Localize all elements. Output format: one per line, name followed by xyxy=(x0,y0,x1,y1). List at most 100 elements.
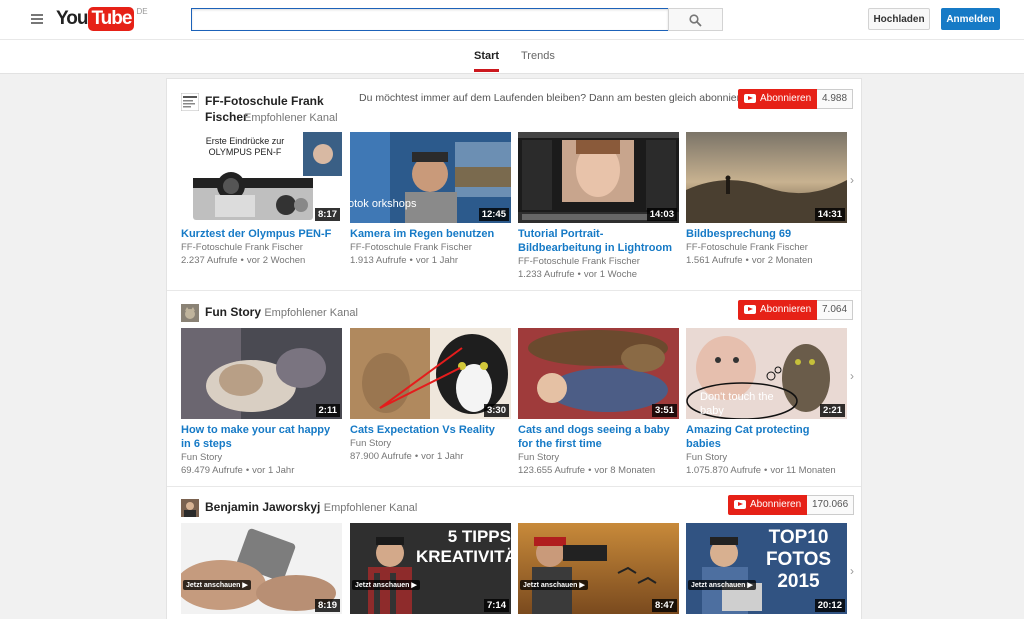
video-meta: 1.233 Aufrufe • vor 1 Woche xyxy=(518,269,638,280)
video-item: Jetzt anschauen ▶ 8:47 xyxy=(518,523,679,614)
video-item: 3:51 Cats and dogs seeing a baby for the… xyxy=(518,328,679,477)
channel-shelf: Benjamin Jaworskyj Empfohlener Kanal Abo… xyxy=(167,487,861,619)
video-channel[interactable]: FF-Fotoschule Frank Fischer xyxy=(181,242,342,254)
watch-now-badge: Jetzt anschauen ▶ xyxy=(352,580,420,590)
video-meta: 1.075.870 Aufrufe • vor 11 Monaten xyxy=(686,465,836,476)
video-thumbnail[interactable]: Jetzt anschauen ▶ 8:19 xyxy=(181,523,342,614)
guide-menu-icon[interactable] xyxy=(31,14,43,24)
video-channel[interactable]: Fun Story xyxy=(686,452,847,464)
video-channel[interactable]: FF-Fotoschule Frank Fischer xyxy=(350,242,511,254)
video-item: 5 TIPPS KREATIVITÄT Jetzt anschauen ▶ 7:… xyxy=(350,523,511,614)
video-item: 2:11 How to make your cat happy in 6 ste… xyxy=(181,328,342,477)
video-duration: 8:47 xyxy=(651,599,677,612)
shelf-next-arrow-icon[interactable]: › xyxy=(850,369,854,383)
subscribe-prompt: Du möchtest immer auf dem Laufenden blei… xyxy=(359,92,755,104)
shelf-channel-name[interactable]: Fun Story xyxy=(205,305,261,319)
video-channel[interactable]: Fun Story xyxy=(518,452,679,464)
upload-button[interactable]: Hochladen xyxy=(868,8,930,30)
search-button[interactable] xyxy=(668,8,723,31)
tab-start[interactable]: Start xyxy=(474,50,500,72)
video-thumbnail[interactable]: 2:11 xyxy=(181,328,342,419)
shelf-channel-badge: Empfohlener Kanal xyxy=(264,307,358,319)
video-meta: 87.900 Aufrufe • vor 1 Jahr xyxy=(350,451,464,462)
video-title[interactable]: Kurztest der Olympus PEN-F xyxy=(181,227,342,241)
shelf-next-arrow-icon[interactable]: › xyxy=(850,173,854,187)
video-title[interactable]: Cats Expectation Vs Reality xyxy=(350,423,511,437)
video-title[interactable]: Amazing Cat protecting babies xyxy=(686,423,847,451)
thumbnail-caption: TOP10 FOTOS 2015 xyxy=(765,527,832,592)
video-duration: 20:12 xyxy=(814,599,845,612)
video-title[interactable]: How to make your cat happy in 6 steps xyxy=(181,423,342,451)
youtube-play-icon xyxy=(734,500,746,509)
channel-avatar[interactable] xyxy=(181,304,199,322)
video-thumbnail[interactable]: 14:03 xyxy=(518,132,679,223)
video-duration: 14:31 xyxy=(814,208,845,221)
video-duration: 7:14 xyxy=(483,599,509,612)
video-channel[interactable]: FF-Fotoschule Frank Fischer xyxy=(518,256,679,268)
video-thumbnail[interactable]: 3:30 xyxy=(350,328,511,419)
shelf-channel-badge: Empfohlener Kanal xyxy=(323,502,418,514)
subscribe-button[interactable]: Abonnieren xyxy=(738,300,818,320)
video-thumbnail[interactable]: Erste Eindrücke zur OLYMPUS PEN-F 8:17 xyxy=(181,132,342,223)
video-thumbnail[interactable]: TOP10 FOTOS 2015 Jetzt anschauen ▶ 20:12 xyxy=(686,523,847,614)
video-item: Jetzt anschauen ▶ 8:19 xyxy=(181,523,342,614)
thumbnail-caption: Don't touch the baby xyxy=(700,391,774,417)
video-duration: 8:17 xyxy=(314,208,340,221)
masthead: You Tube DE Hochladen Anmelden xyxy=(0,0,1024,40)
search-input[interactable] xyxy=(191,8,669,31)
video-item: Don't touch the baby 2:21 Amazing Cat pr… xyxy=(686,328,847,477)
video-thumbnail[interactable]: Don't touch the baby 2:21 xyxy=(686,328,847,419)
subscribe-button[interactable]: Abonnieren xyxy=(738,89,818,109)
shelf-next-arrow-icon[interactable]: › xyxy=(850,564,854,578)
subscriber-count: 4.988 xyxy=(817,89,854,109)
video-thumbnail[interactable]: 3:51 xyxy=(518,328,679,419)
subscriber-count: 170.066 xyxy=(807,495,855,515)
video-duration: 2:11 xyxy=(315,404,340,417)
logo-tube-text: Tube xyxy=(88,7,135,31)
subscriber-count: 7.064 xyxy=(817,300,854,320)
shelf-channel-name[interactable]: Benjamin Jaworskyj xyxy=(205,500,320,514)
video-title[interactable]: Tutorial Portrait-Bildbearbeitung in Lig… xyxy=(518,227,679,255)
video-item: Erste Eindrücke zur OLYMPUS PEN-F 8:17 K… xyxy=(181,132,342,267)
video-item: 3:30 Cats Expectation Vs Reality Fun Sto… xyxy=(350,328,511,463)
youtube-logo[interactable]: You Tube DE xyxy=(56,7,148,33)
video-meta: 69.479 Aufrufe • vor 1 Jahr xyxy=(181,465,295,476)
shelf-title: Fun Story Empfohlener Kanal xyxy=(205,304,358,321)
video-thumbnail[interactable]: otok orkshops 12:45 xyxy=(350,132,511,223)
youtube-play-icon xyxy=(744,305,756,314)
watch-now-badge: Jetzt anschauen ▶ xyxy=(520,580,588,590)
video-thumbnail[interactable]: 5 TIPPS KREATIVITÄT Jetzt anschauen ▶ 7:… xyxy=(350,523,511,614)
watch-now-badge: Jetzt anschauen ▶ xyxy=(688,580,756,590)
thumbnail-caption: Erste Eindrücke zur OLYMPUS PEN-F xyxy=(205,136,285,157)
feed-tabs: Start Trends xyxy=(0,40,1024,74)
video-item: TOP10 FOTOS 2015 Jetzt anschauen ▶ 20:12 xyxy=(686,523,847,614)
video-duration: 14:03 xyxy=(646,208,677,221)
video-meta: 123.655 Aufrufe • vor 8 Monaten xyxy=(518,465,656,476)
video-item: 14:03 Tutorial Portrait-Bildbearbeitung … xyxy=(518,132,679,281)
channel-shelf: Fun Story Empfohlener Kanal Abonnieren 7… xyxy=(167,291,861,487)
video-thumbnail[interactable]: Jetzt anschauen ▶ 8:47 xyxy=(518,523,679,614)
channel-avatar[interactable] xyxy=(181,499,199,517)
shelf-title: Benjamin Jaworskyj Empfohlener Kanal xyxy=(205,499,417,516)
subscribe-button[interactable]: Abonnieren xyxy=(728,495,808,515)
video-title[interactable]: Bildbesprechung 69 xyxy=(686,227,847,241)
channel-shelf: FF-Fotoschule Frank Fischer Empfohlener … xyxy=(167,79,861,291)
video-channel[interactable]: FF-Fotoschule Frank Fischer xyxy=(686,242,847,254)
youtube-play-icon xyxy=(744,94,756,103)
video-item: otok orkshops 12:45 Kamera im Regen benu… xyxy=(350,132,511,267)
video-meta: 2.237 Aufrufe • vor 2 Wochen xyxy=(181,255,306,266)
thumbnail-caption: 5 TIPPS KREATIVITÄT xyxy=(416,527,511,566)
signin-button[interactable]: Anmelden xyxy=(941,8,1000,30)
video-thumbnail[interactable]: 14:31 xyxy=(686,132,847,223)
video-item: 14:31 Bildbesprechung 69 FF-Fotoschule F… xyxy=(686,132,847,267)
search-icon xyxy=(689,14,702,27)
video-title[interactable]: Kamera im Regen benutzen xyxy=(350,227,511,241)
video-channel[interactable]: Fun Story xyxy=(350,438,511,450)
video-meta: 1.561 Aufrufe • vor 2 Monaten xyxy=(686,255,813,266)
video-channel[interactable]: Fun Story xyxy=(181,452,342,464)
tab-trends[interactable]: Trends xyxy=(521,50,555,69)
feed-content: FF-Fotoschule Frank Fischer Empfohlener … xyxy=(166,78,862,619)
video-title[interactable]: Cats and dogs seeing a baby for the firs… xyxy=(518,423,679,451)
video-duration: 2:21 xyxy=(819,404,845,417)
watch-now-badge: Jetzt anschauen ▶ xyxy=(183,580,251,590)
